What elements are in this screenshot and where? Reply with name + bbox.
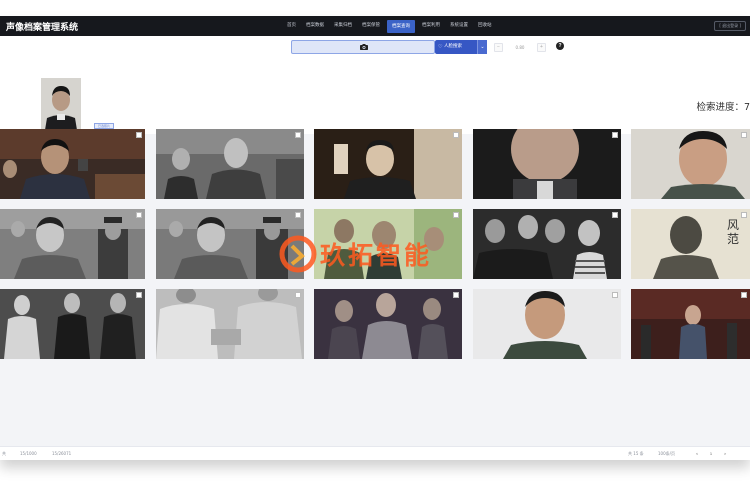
result-tile[interactable] bbox=[0, 289, 145, 359]
tile-checkbox[interactable] bbox=[295, 292, 301, 298]
footer-count-b: 15/26071 bbox=[52, 451, 72, 456]
watermark: 玖拓智能 bbox=[278, 232, 468, 274]
watermark-text: 玖拓智能 bbox=[320, 241, 433, 270]
result-tile[interactable]: 风范 bbox=[631, 209, 750, 279]
result-tile[interactable] bbox=[473, 129, 621, 199]
face-search-button[interactable]: ♡ 人脸搜索 bbox=[435, 40, 477, 54]
nav-item-recycle[interactable]: 回收站 bbox=[473, 16, 497, 36]
image-search-input[interactable] bbox=[291, 40, 435, 54]
chevron-down-icon: ⌄ bbox=[480, 44, 485, 50]
threshold-stepper[interactable]: − 0.80 + bbox=[494, 42, 554, 52]
result-tile[interactable] bbox=[314, 289, 462, 359]
tile-checkbox[interactable] bbox=[136, 132, 142, 138]
help-icon[interactable]: ? bbox=[556, 42, 564, 50]
logout-button[interactable]: [ 退出登录 ] bbox=[714, 21, 746, 31]
next-page-button[interactable]: > bbox=[722, 451, 728, 457]
result-tile[interactable] bbox=[631, 129, 750, 199]
result-tile[interactable] bbox=[314, 129, 462, 199]
nav-item-archive-data[interactable]: 档案数据 bbox=[301, 16, 329, 36]
page-1-button[interactable]: 1 bbox=[708, 451, 714, 457]
tile-checkbox[interactable] bbox=[612, 132, 618, 138]
main-nav: 首页 档案数据 采集归档 档案保管 档案查询 档案利用 系统设置 回收站 bbox=[282, 16, 497, 36]
result-tile[interactable] bbox=[473, 209, 621, 279]
search-header: ♡ 人脸搜索 ⌄ − 0.80 + ? 已选照片 检索进度：7 bbox=[0, 36, 750, 134]
nav-item-collect[interactable]: 采集归档 bbox=[329, 16, 357, 36]
search-progress: 检索进度：7 bbox=[696, 102, 750, 113]
tile-checkbox[interactable] bbox=[136, 212, 142, 218]
tile-checkbox[interactable] bbox=[612, 212, 618, 218]
nav-item-home[interactable]: 首页 bbox=[282, 16, 301, 36]
threshold-value[interactable]: 0.80 bbox=[503, 45, 537, 50]
nav-item-settings[interactable]: 系统设置 bbox=[445, 16, 473, 36]
result-tile[interactable] bbox=[156, 129, 304, 199]
tile-checkbox[interactable] bbox=[453, 292, 459, 298]
result-tile[interactable] bbox=[0, 129, 145, 199]
stepper-minus-button[interactable]: − bbox=[494, 42, 503, 52]
svg-text:风: 风 bbox=[727, 218, 739, 232]
watermark-logo-icon bbox=[279, 235, 317, 273]
tile-checkbox[interactable] bbox=[453, 132, 459, 138]
tile-checkbox[interactable] bbox=[453, 212, 459, 218]
result-tile[interactable] bbox=[0, 209, 145, 279]
tile-checkbox[interactable] bbox=[741, 212, 747, 218]
tile-checkbox[interactable] bbox=[295, 212, 301, 218]
app-window: 声像档案管理系统 首页 档案数据 采集归档 档案保管 档案查询 档案利用 系统设… bbox=[0, 16, 750, 460]
query-photo bbox=[41, 78, 81, 130]
footer-total-label: 共 bbox=[2, 451, 6, 456]
page-info: 共 15 条 bbox=[628, 451, 644, 456]
footer-count-a: 15/1000 bbox=[20, 451, 37, 456]
heart-icon: ♡ bbox=[438, 44, 443, 50]
svg-text:范: 范 bbox=[727, 232, 739, 246]
tile-checkbox[interactable] bbox=[612, 292, 618, 298]
face-search-label: 人脸搜索 bbox=[444, 44, 462, 49]
tile-checkbox[interactable] bbox=[741, 292, 747, 298]
app-title: 声像档案管理系统 bbox=[6, 23, 79, 33]
prev-page-button[interactable]: < bbox=[694, 451, 700, 457]
tile-checkbox[interactable] bbox=[741, 132, 747, 138]
search-mode-dropdown[interactable]: ⌄ bbox=[477, 40, 487, 54]
result-tile[interactable] bbox=[631, 289, 750, 359]
nav-item-usage[interactable]: 档案利用 bbox=[417, 16, 445, 36]
tile-checkbox[interactable] bbox=[136, 292, 142, 298]
result-tile[interactable] bbox=[156, 289, 304, 359]
nav-item-query[interactable]: 档案查询 bbox=[387, 19, 415, 33]
page-size-select[interactable]: 100条/页 bbox=[658, 451, 675, 457]
tile-checkbox[interactable] bbox=[295, 132, 301, 138]
stepper-plus-button[interactable]: + bbox=[537, 42, 546, 52]
nav-item-storage[interactable]: 档案保管 bbox=[357, 16, 385, 36]
pagination-footer: 共 15/1000 15/26071 共 15 条 100条/页 < 1 > bbox=[0, 446, 750, 460]
camera-icon[interactable] bbox=[360, 44, 368, 50]
result-tile[interactable] bbox=[473, 289, 621, 359]
top-nav-bar: 声像档案管理系统 首页 档案数据 采集归档 档案保管 档案查询 档案利用 系统设… bbox=[0, 16, 750, 36]
